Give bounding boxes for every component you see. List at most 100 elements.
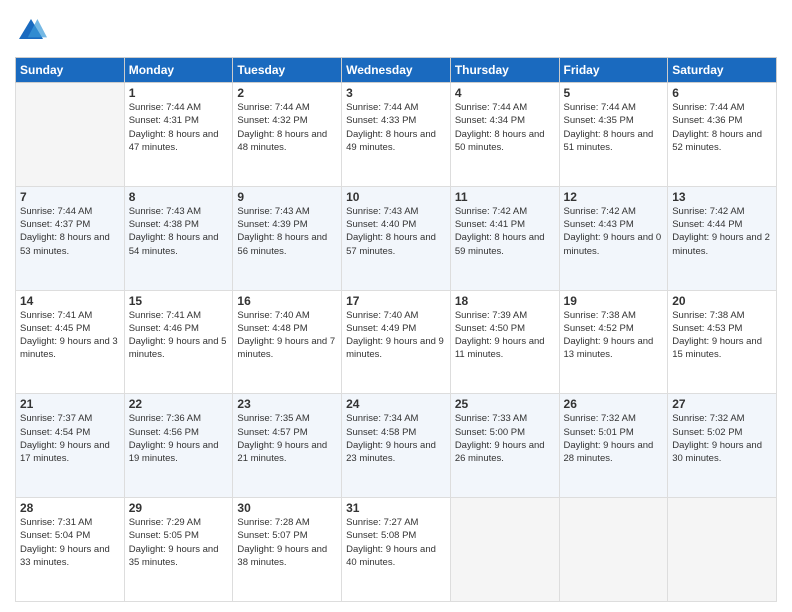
calendar-cell: 5Sunrise: 7:44 AMSunset: 4:35 PMDaylight…: [559, 83, 668, 187]
cell-info: Sunrise: 7:38 AMSunset: 4:53 PMDaylight:…: [672, 309, 772, 362]
day-number: 24: [346, 397, 446, 411]
calendar-cell: 20Sunrise: 7:38 AMSunset: 4:53 PMDayligh…: [668, 290, 777, 394]
day-number: 17: [346, 294, 446, 308]
header: [15, 15, 777, 47]
calendar-cell: 7Sunrise: 7:44 AMSunset: 4:37 PMDaylight…: [16, 186, 125, 290]
calendar-cell: 26Sunrise: 7:32 AMSunset: 5:01 PMDayligh…: [559, 394, 668, 498]
calendar-cell: 24Sunrise: 7:34 AMSunset: 4:58 PMDayligh…: [342, 394, 451, 498]
calendar-cell: 15Sunrise: 7:41 AMSunset: 4:46 PMDayligh…: [124, 290, 233, 394]
calendar-cell: 23Sunrise: 7:35 AMSunset: 4:57 PMDayligh…: [233, 394, 342, 498]
calendar-cell: 25Sunrise: 7:33 AMSunset: 5:00 PMDayligh…: [450, 394, 559, 498]
calendar-week-5: 28Sunrise: 7:31 AMSunset: 5:04 PMDayligh…: [16, 498, 777, 602]
calendar-cell: [450, 498, 559, 602]
calendar-cell: 12Sunrise: 7:42 AMSunset: 4:43 PMDayligh…: [559, 186, 668, 290]
calendar-cell: 8Sunrise: 7:43 AMSunset: 4:38 PMDaylight…: [124, 186, 233, 290]
day-number: 5: [564, 86, 664, 100]
day-number: 6: [672, 86, 772, 100]
cell-info: Sunrise: 7:38 AMSunset: 4:52 PMDaylight:…: [564, 309, 664, 362]
cell-info: Sunrise: 7:44 AMSunset: 4:37 PMDaylight:…: [20, 205, 120, 258]
cell-info: Sunrise: 7:41 AMSunset: 4:46 PMDaylight:…: [129, 309, 229, 362]
cell-info: Sunrise: 7:39 AMSunset: 4:50 PMDaylight:…: [455, 309, 555, 362]
cell-info: Sunrise: 7:31 AMSunset: 5:04 PMDaylight:…: [20, 516, 120, 569]
calendar-cell: 16Sunrise: 7:40 AMSunset: 4:48 PMDayligh…: [233, 290, 342, 394]
day-number: 31: [346, 501, 446, 515]
calendar-week-4: 21Sunrise: 7:37 AMSunset: 4:54 PMDayligh…: [16, 394, 777, 498]
day-number: 19: [564, 294, 664, 308]
col-header-wednesday: Wednesday: [342, 58, 451, 83]
calendar-cell: [668, 498, 777, 602]
day-number: 21: [20, 397, 120, 411]
calendar-cell: 19Sunrise: 7:38 AMSunset: 4:52 PMDayligh…: [559, 290, 668, 394]
calendar-cell: 3Sunrise: 7:44 AMSunset: 4:33 PMDaylight…: [342, 83, 451, 187]
calendar-cell: 28Sunrise: 7:31 AMSunset: 5:04 PMDayligh…: [16, 498, 125, 602]
cell-info: Sunrise: 7:40 AMSunset: 4:49 PMDaylight:…: [346, 309, 446, 362]
calendar-cell: 18Sunrise: 7:39 AMSunset: 4:50 PMDayligh…: [450, 290, 559, 394]
day-number: 29: [129, 501, 229, 515]
day-number: 16: [237, 294, 337, 308]
calendar-cell: 6Sunrise: 7:44 AMSunset: 4:36 PMDaylight…: [668, 83, 777, 187]
col-header-tuesday: Tuesday: [233, 58, 342, 83]
calendar-cell: 17Sunrise: 7:40 AMSunset: 4:49 PMDayligh…: [342, 290, 451, 394]
cell-info: Sunrise: 7:43 AMSunset: 4:39 PMDaylight:…: [237, 205, 337, 258]
day-number: 28: [20, 501, 120, 515]
calendar-week-1: 1Sunrise: 7:44 AMSunset: 4:31 PMDaylight…: [16, 83, 777, 187]
cell-info: Sunrise: 7:37 AMSunset: 4:54 PMDaylight:…: [20, 412, 120, 465]
day-number: 27: [672, 397, 772, 411]
day-number: 30: [237, 501, 337, 515]
col-header-saturday: Saturday: [668, 58, 777, 83]
calendar-cell: 2Sunrise: 7:44 AMSunset: 4:32 PMDaylight…: [233, 83, 342, 187]
cell-info: Sunrise: 7:42 AMSunset: 4:41 PMDaylight:…: [455, 205, 555, 258]
day-number: 9: [237, 190, 337, 204]
day-number: 20: [672, 294, 772, 308]
day-number: 13: [672, 190, 772, 204]
page: SundayMondayTuesdayWednesdayThursdayFrid…: [0, 0, 792, 612]
day-number: 23: [237, 397, 337, 411]
day-number: 14: [20, 294, 120, 308]
calendar-week-2: 7Sunrise: 7:44 AMSunset: 4:37 PMDaylight…: [16, 186, 777, 290]
calendar-cell: 27Sunrise: 7:32 AMSunset: 5:02 PMDayligh…: [668, 394, 777, 498]
calendar-cell: 30Sunrise: 7:28 AMSunset: 5:07 PMDayligh…: [233, 498, 342, 602]
day-number: 25: [455, 397, 555, 411]
day-number: 22: [129, 397, 229, 411]
calendar-cell: 9Sunrise: 7:43 AMSunset: 4:39 PMDaylight…: [233, 186, 342, 290]
cell-info: Sunrise: 7:35 AMSunset: 4:57 PMDaylight:…: [237, 412, 337, 465]
day-number: 8: [129, 190, 229, 204]
calendar-cell: 11Sunrise: 7:42 AMSunset: 4:41 PMDayligh…: [450, 186, 559, 290]
logo: [15, 15, 53, 47]
cell-info: Sunrise: 7:44 AMSunset: 4:33 PMDaylight:…: [346, 101, 446, 154]
col-header-thursday: Thursday: [450, 58, 559, 83]
day-number: 26: [564, 397, 664, 411]
cell-info: Sunrise: 7:33 AMSunset: 5:00 PMDaylight:…: [455, 412, 555, 465]
calendar-cell: 29Sunrise: 7:29 AMSunset: 5:05 PMDayligh…: [124, 498, 233, 602]
calendar-cell: 31Sunrise: 7:27 AMSunset: 5:08 PMDayligh…: [342, 498, 451, 602]
calendar-cell: 4Sunrise: 7:44 AMSunset: 4:34 PMDaylight…: [450, 83, 559, 187]
cell-info: Sunrise: 7:44 AMSunset: 4:31 PMDaylight:…: [129, 101, 229, 154]
day-number: 15: [129, 294, 229, 308]
cell-info: Sunrise: 7:43 AMSunset: 4:40 PMDaylight:…: [346, 205, 446, 258]
day-number: 2: [237, 86, 337, 100]
calendar-cell: [16, 83, 125, 187]
logo-icon: [15, 15, 47, 47]
col-header-monday: Monday: [124, 58, 233, 83]
col-header-sunday: Sunday: [16, 58, 125, 83]
cell-info: Sunrise: 7:32 AMSunset: 5:01 PMDaylight:…: [564, 412, 664, 465]
calendar-table: SundayMondayTuesdayWednesdayThursdayFrid…: [15, 57, 777, 602]
cell-info: Sunrise: 7:42 AMSunset: 4:43 PMDaylight:…: [564, 205, 664, 258]
cell-info: Sunrise: 7:27 AMSunset: 5:08 PMDaylight:…: [346, 516, 446, 569]
cell-info: Sunrise: 7:28 AMSunset: 5:07 PMDaylight:…: [237, 516, 337, 569]
cell-info: Sunrise: 7:41 AMSunset: 4:45 PMDaylight:…: [20, 309, 120, 362]
cell-info: Sunrise: 7:34 AMSunset: 4:58 PMDaylight:…: [346, 412, 446, 465]
cell-info: Sunrise: 7:40 AMSunset: 4:48 PMDaylight:…: [237, 309, 337, 362]
cell-info: Sunrise: 7:32 AMSunset: 5:02 PMDaylight:…: [672, 412, 772, 465]
cell-info: Sunrise: 7:43 AMSunset: 4:38 PMDaylight:…: [129, 205, 229, 258]
cell-info: Sunrise: 7:29 AMSunset: 5:05 PMDaylight:…: [129, 516, 229, 569]
calendar-cell: 10Sunrise: 7:43 AMSunset: 4:40 PMDayligh…: [342, 186, 451, 290]
cell-info: Sunrise: 7:44 AMSunset: 4:32 PMDaylight:…: [237, 101, 337, 154]
cell-info: Sunrise: 7:44 AMSunset: 4:34 PMDaylight:…: [455, 101, 555, 154]
calendar-cell: 1Sunrise: 7:44 AMSunset: 4:31 PMDaylight…: [124, 83, 233, 187]
day-number: 11: [455, 190, 555, 204]
day-number: 3: [346, 86, 446, 100]
calendar-header-row: SundayMondayTuesdayWednesdayThursdayFrid…: [16, 58, 777, 83]
calendar-cell: 21Sunrise: 7:37 AMSunset: 4:54 PMDayligh…: [16, 394, 125, 498]
day-number: 12: [564, 190, 664, 204]
